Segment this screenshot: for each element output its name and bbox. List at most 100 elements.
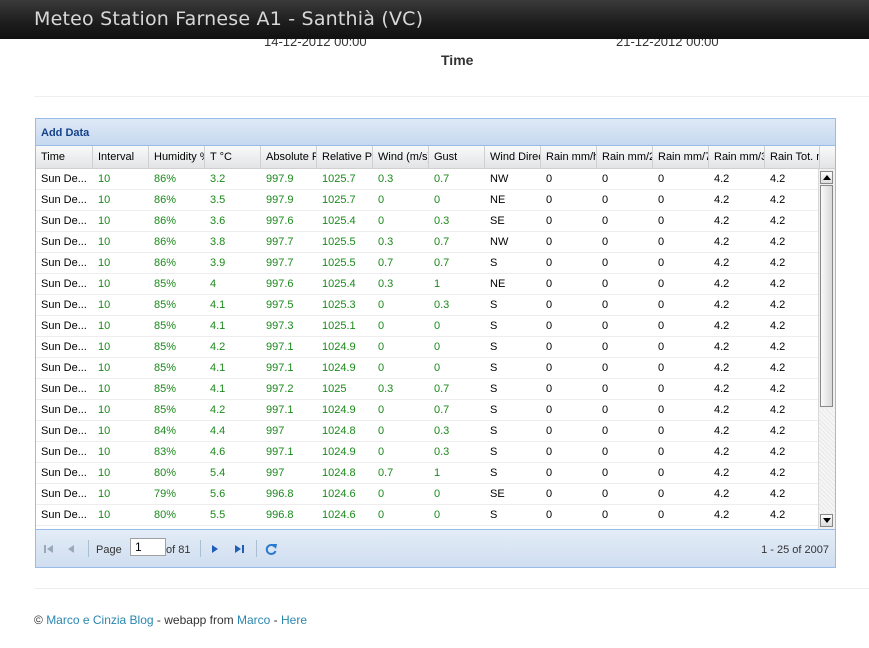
table-cell: 0 <box>602 215 609 227</box>
table-row[interactable]: Sun De... 10 86% 3.6 997.6 1025.4 0 0.3 SE 0 0 0 4.2… <box>36 211 818 232</box>
column-header[interactable]: Rain mm/7 <box>653 146 709 168</box>
table-cell: 4.2 <box>714 383 730 395</box>
table-cell: 4.2 <box>770 299 786 311</box>
table-cell: 0 <box>602 341 609 353</box>
first-page-icon[interactable] <box>42 542 56 556</box>
table-row[interactable]: Sun De... 10 80% 5.5 996.8 1024.6 0 0 S 0 0 0 4.2 4.2 <box>36 505 818 526</box>
divider <box>34 96 869 97</box>
table-cell: 0 <box>378 425 385 437</box>
table-cell: 997 <box>266 425 285 437</box>
column-header[interactable]: Time <box>36 146 93 168</box>
table-cell: 10 <box>98 362 111 374</box>
page-number-input[interactable] <box>130 538 166 556</box>
table-row[interactable]: Sun De... 10 85% 4.1 997.1 1024.9 0 0 S 0 0 0 4.2 4.2 <box>36 358 818 379</box>
table-cell: 0 <box>602 488 609 500</box>
refresh-icon[interactable] <box>264 542 278 556</box>
table-cell: 0.3 <box>434 299 450 311</box>
table-cell: 0.7 <box>434 404 450 416</box>
table-row[interactable]: Sun De... 10 84% 4.4 997 1024.8 0 0.3 S 0 0 0 4.2 4.2 <box>36 421 818 442</box>
column-header[interactable]: T °C <box>205 146 261 168</box>
table-cell: 997.1 <box>266 362 294 374</box>
table-cell: 4.2 <box>714 467 730 479</box>
table-row[interactable]: Sun De... 10 86% 3.5 997.9 1025.7 0 0 NE 0 0 0 4.2 4.… <box>36 190 818 211</box>
table-cell: 997.1 <box>266 341 294 353</box>
column-header[interactable]: Interval <box>93 146 149 168</box>
table-row[interactable]: Sun De... 10 85% 4.2 997.1 1024.9 0 0 S 0 0 0 4.2 4.2 <box>36 337 818 358</box>
table-cell: 4.2 <box>714 446 730 458</box>
table-row[interactable]: Sun De... 10 80% 5.4 997 1024.8 0.7 1 S 0 0 0 4.2 4.2 <box>36 463 818 484</box>
table-cell: NW <box>490 236 509 248</box>
table-cell: 4.2 <box>714 425 730 437</box>
blog-link[interactable]: Marco e Cinzia Blog <box>46 613 153 627</box>
divider <box>34 588 869 589</box>
column-header[interactable]: Relative Pr <box>317 146 373 168</box>
table-cell: NE <box>490 278 506 290</box>
table-cell: 4.1 <box>210 383 226 395</box>
table-row[interactable]: Sun De... 10 85% 4.2 997.1 1024.9 0 0.7 S 0 0 0 4.2 4… <box>36 400 818 421</box>
scroll-up-icon[interactable] <box>820 171 833 184</box>
table-cell: 0 <box>602 362 609 374</box>
table-cell: 0 <box>434 194 441 206</box>
column-header[interactable]: Rain mm/h <box>541 146 597 168</box>
table-cell: 0.3 <box>378 236 394 248</box>
table-cell: 4.2 <box>714 215 730 227</box>
column-header-row: TimeIntervalHumidity %T °CAbsolute PrRel… <box>36 146 835 169</box>
table-cell: 3.8 <box>210 236 226 248</box>
scroll-track[interactable] <box>819 409 835 513</box>
here-link[interactable]: Here <box>281 613 307 627</box>
column-header[interactable]: Absolute Pr <box>261 146 317 168</box>
table-cell: 84% <box>154 425 177 437</box>
table-cell: 10 <box>98 194 111 206</box>
table-cell: 10 <box>98 173 111 185</box>
table-cell: 3.9 <box>210 257 226 269</box>
table-row[interactable]: Sun De... 10 79% 5.6 996.8 1024.6 0 0 SE 0 0 0 4.2 4.… <box>36 484 818 505</box>
table-cell: 997.1 <box>266 446 294 458</box>
table-cell: Sun De... <box>41 362 87 374</box>
column-header[interactable]: Rain mm/24 <box>597 146 653 168</box>
column-header[interactable]: Wind (m/s) <box>373 146 429 168</box>
column-header[interactable]: Humidity % <box>149 146 205 168</box>
column-header[interactable]: Wind Direc <box>485 146 541 168</box>
prev-page-icon[interactable] <box>64 542 78 556</box>
table-row[interactable]: Sun De... 10 86% 3.2 997.9 1025.7 0.3 0.7 NW 0 0 0 4… <box>36 169 818 190</box>
table-row[interactable]: Sun De... 10 85% 4.1 997.3 1025.1 0 0 S 0 0 0 4.2 4.2 <box>36 316 818 337</box>
table-row[interactable]: Sun De... 10 83% 4.6 997.1 1024.9 0 0.3 S 0 0 0 4.2 4… <box>36 442 818 463</box>
table-cell: 997 <box>266 467 285 479</box>
scroll-thumb[interactable] <box>820 185 833 407</box>
table-cell: 10 <box>98 467 111 479</box>
scroll-down-icon[interactable] <box>820 514 833 527</box>
column-header[interactable]: Gust <box>429 146 485 168</box>
table-cell: 1024.8 <box>322 467 356 479</box>
table-cell: 0 <box>658 488 665 500</box>
table-cell: 0 <box>434 341 441 353</box>
table-cell: 0 <box>602 383 609 395</box>
table-cell: 1024.8 <box>322 425 356 437</box>
table-cell: 85% <box>154 341 177 353</box>
table-cell: 0 <box>378 509 385 521</box>
toolbar-separator <box>88 540 89 557</box>
next-page-icon[interactable] <box>208 542 222 556</box>
table-cell: 0 <box>658 404 665 416</box>
table-cell: 4.2 <box>210 404 226 416</box>
column-header[interactable]: Rain Tot. mm <box>765 146 820 168</box>
table-cell: 1024.9 <box>322 362 356 374</box>
table-cell: 997.7 <box>266 257 294 269</box>
table-row[interactable]: Sun De... 10 85% 4.1 997.2 1025 0.3 0.7 S 0 0 0 4.2 4… <box>36 379 818 400</box>
last-page-icon[interactable] <box>232 542 246 556</box>
column-header[interactable]: Rain mm/30 <box>709 146 765 168</box>
table-row[interactable]: Sun De... 10 85% 4 997.6 1025.4 0.3 1 NE 0 0 0 4.2 4.… <box>36 274 818 295</box>
vertical-scrollbar[interactable] <box>818 169 835 529</box>
table-cell: 0 <box>546 467 553 479</box>
table-cell: 0 <box>546 446 553 458</box>
table-cell: 1025.5 <box>322 257 356 269</box>
table-cell: 0 <box>658 425 665 437</box>
table-row[interactable]: Sun De... 10 86% 3.9 997.7 1025.5 0.7 0.7 S 0 0 0 4.… <box>36 253 818 274</box>
table-cell: 10 <box>98 509 111 521</box>
table-row[interactable]: Sun De... 10 85% 4.1 997.5 1025.3 0 0.3 S 0 0 0 4.2 4… <box>36 295 818 316</box>
table-cell: 5.4 <box>210 467 226 479</box>
table-cell: Sun De... <box>41 467 87 479</box>
table-cell: 0 <box>658 194 665 206</box>
author-link[interactable]: Marco <box>237 613 270 627</box>
table-cell: 10 <box>98 341 111 353</box>
table-row[interactable]: Sun De... 10 86% 3.8 997.7 1025.5 0.3 0.7 NW 0 0 0 4… <box>36 232 818 253</box>
